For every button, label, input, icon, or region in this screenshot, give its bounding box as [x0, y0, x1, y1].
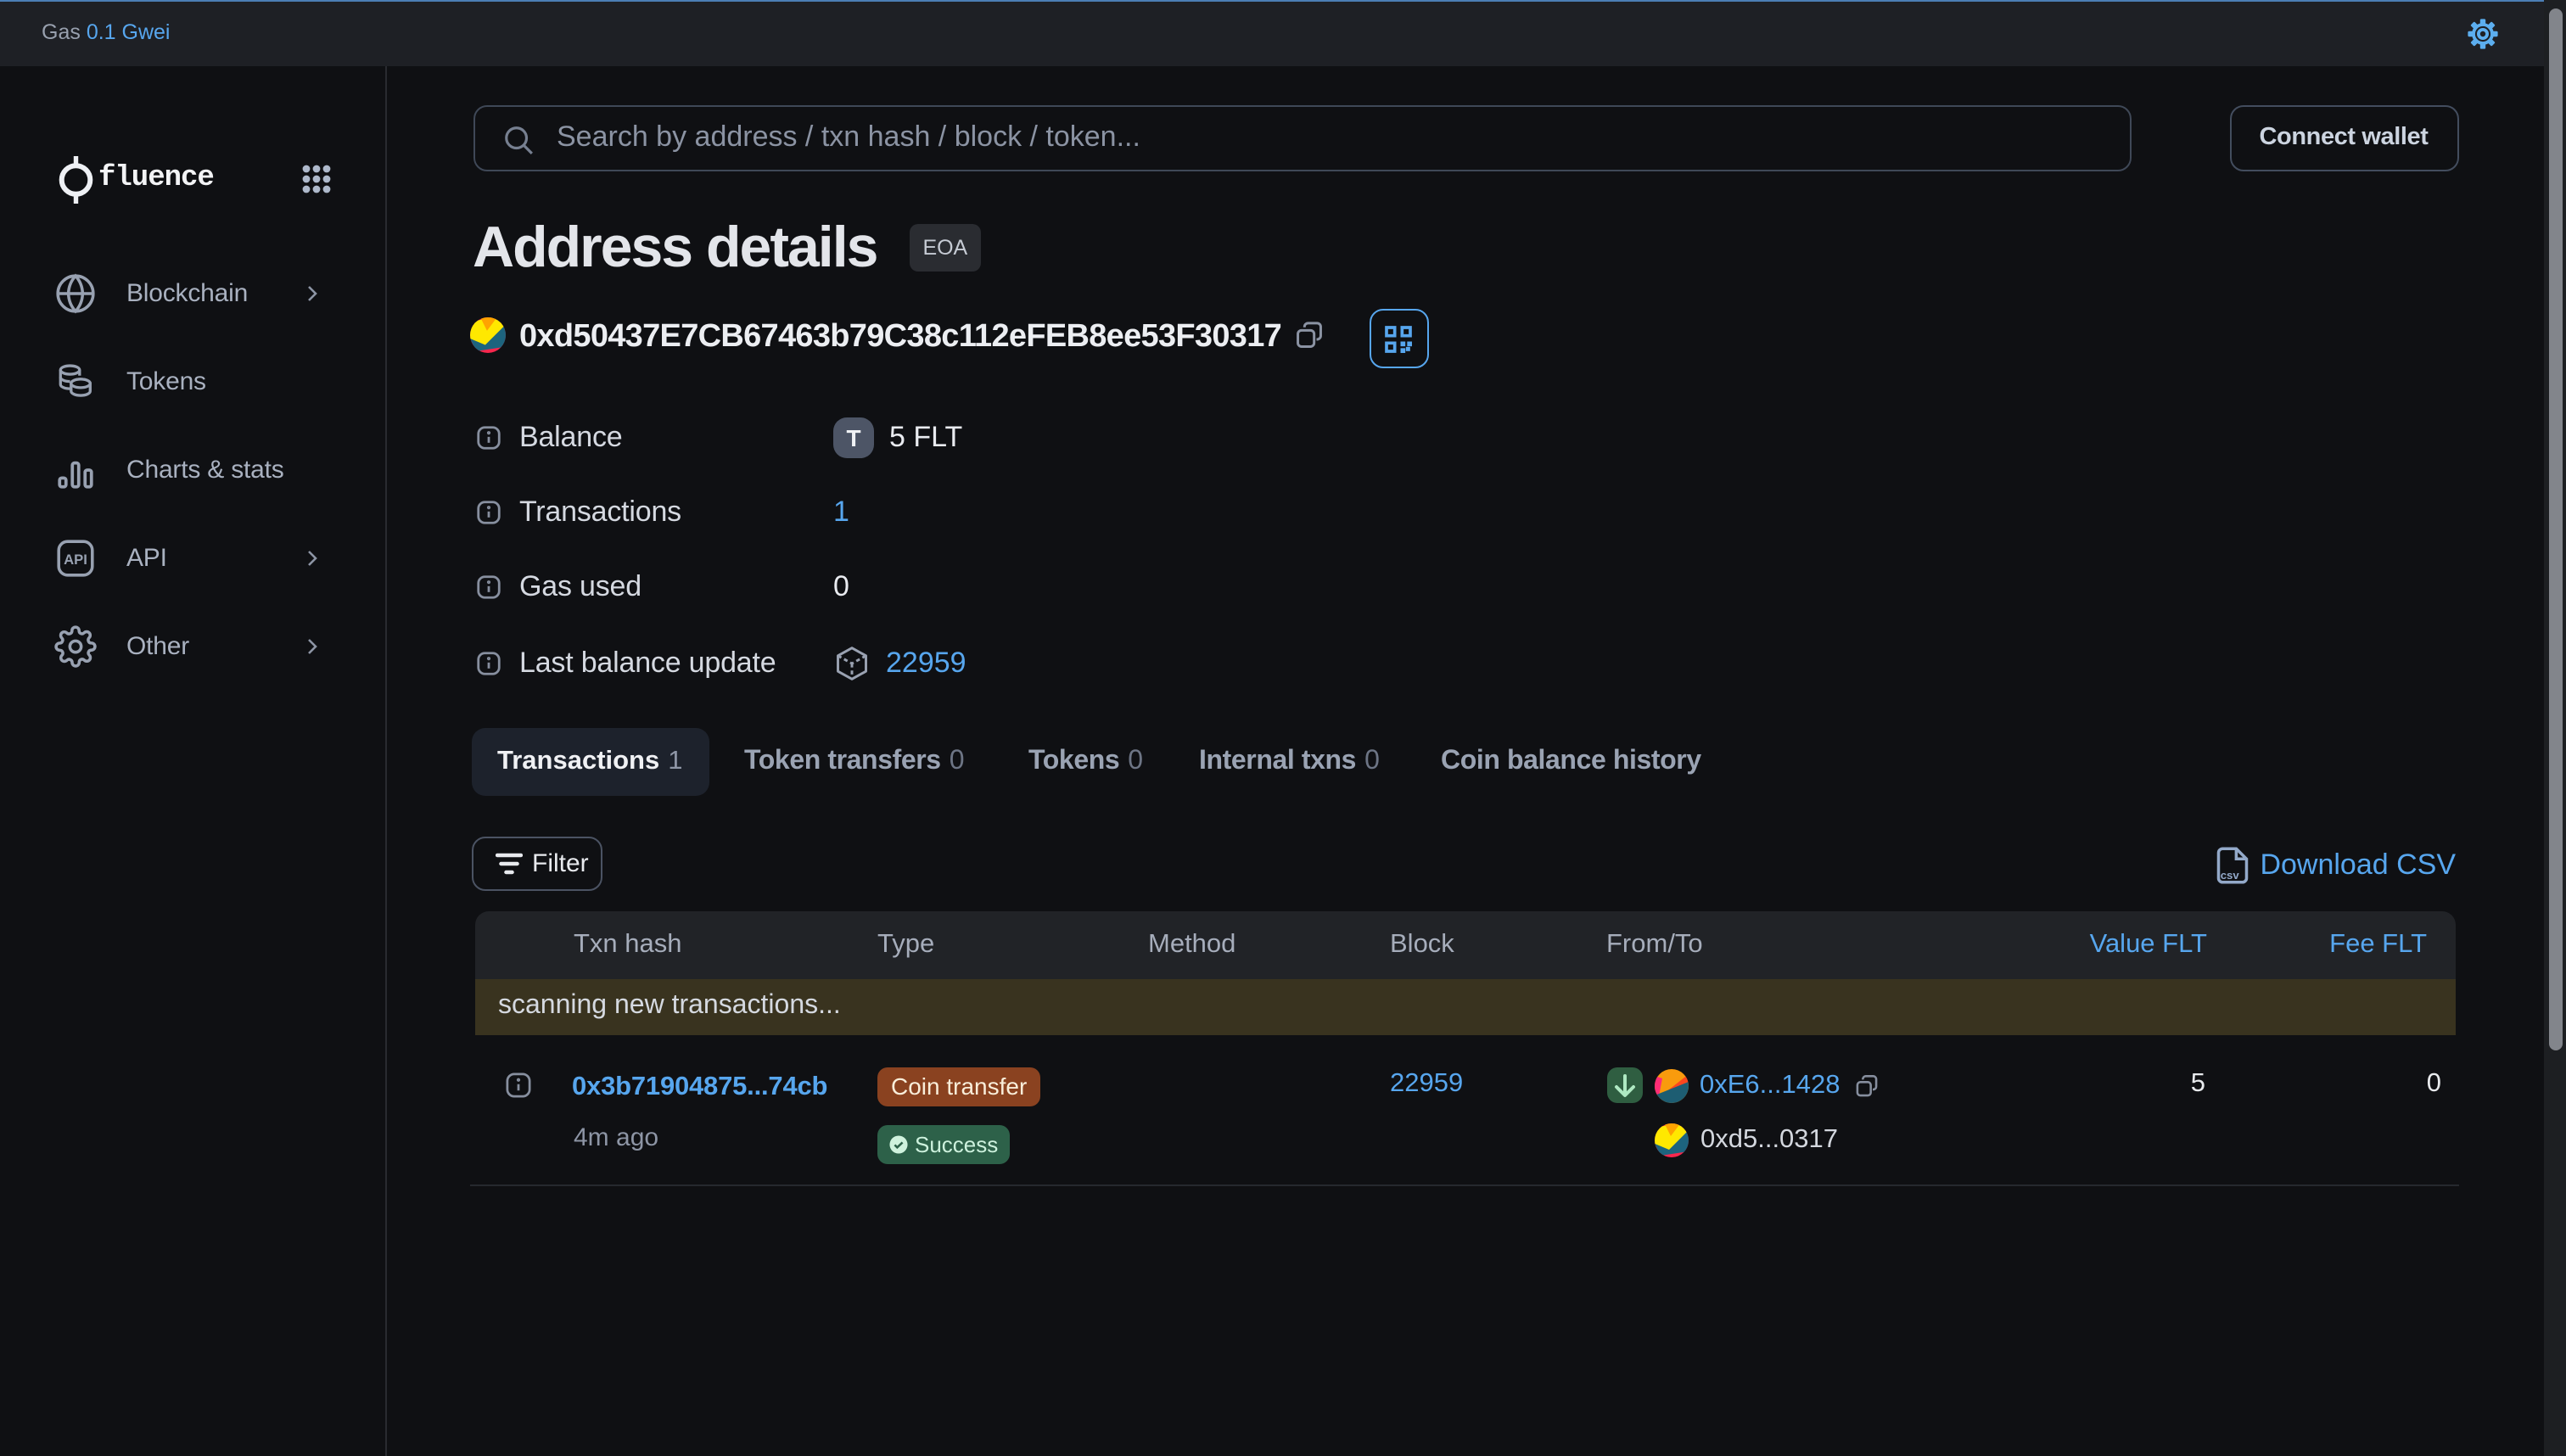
svg-text:API: API	[64, 551, 87, 567]
svg-text:csv: csv	[2220, 869, 2239, 882]
